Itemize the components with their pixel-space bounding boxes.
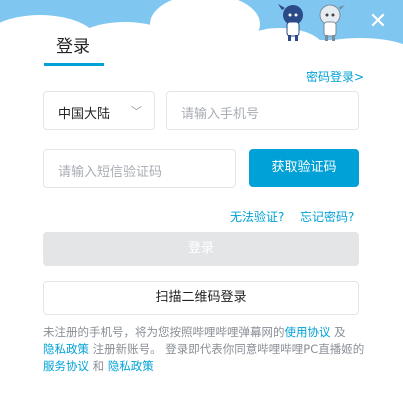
mascot-22-icon [278, 4, 303, 41]
service-agreement-link[interactable]: 服务协议 [43, 359, 89, 373]
sms-input-placeholder: 请输入短信验证码 [58, 165, 163, 180]
phone-input[interactable]: 请输入手机号 [166, 91, 359, 130]
terms-and1: 及 [330, 325, 346, 339]
close-icon[interactable]: ✕ [366, 10, 390, 34]
sms-code-input[interactable]: 请输入短信验证码 [43, 149, 236, 188]
phone-input-placeholder: 请输入手机号 [181, 107, 260, 122]
get-code-button[interactable]: 获取验证码 [249, 149, 359, 187]
qr-login-button[interactable]: 扫描二维码登录 [43, 281, 359, 315]
cannot-verify-link[interactable]: 无法验证? [230, 208, 284, 225]
terms-text: 未注册的手机号，将为您按照哔哩哔哩弹幕网的使用协议 及 隐私政策 注册新账号。 … [43, 324, 373, 375]
region-select-value: 中国大陆 [58, 107, 111, 122]
forgot-password-link[interactable]: 忘记密码? [300, 208, 354, 225]
dialog-title: 登录 [56, 37, 90, 57]
terms-part2: 注册新账号。 登录即代表你同意哔哩哔哩PC直播姬的 [89, 342, 365, 356]
mascot-33-icon [319, 4, 345, 41]
title-underline [44, 63, 104, 66]
login-dialog: ✕ 登录 密码登录> 中国大陆 ﹀ 请输入手机号 请输入短信验证码 获取验证码 … [0, 0, 403, 400]
password-login-link[interactable]: 密码登录> [306, 68, 364, 85]
privacy-policy-link[interactable]: 隐私政策 [43, 342, 89, 356]
chevron-down-icon: ﹀ [131, 105, 142, 118]
usage-agreement-link[interactable]: 使用协议 [285, 325, 331, 339]
login-button[interactable]: 登录 [43, 232, 359, 266]
region-select[interactable]: 中国大陆 ﹀ [43, 91, 155, 130]
terms-part1: 未注册的手机号，将为您按照哔哩哔哩弹幕网的 [43, 325, 285, 339]
privacy-policy-link-2[interactable]: 隐私政策 [108, 359, 154, 373]
terms-and2: 和 [89, 359, 108, 373]
